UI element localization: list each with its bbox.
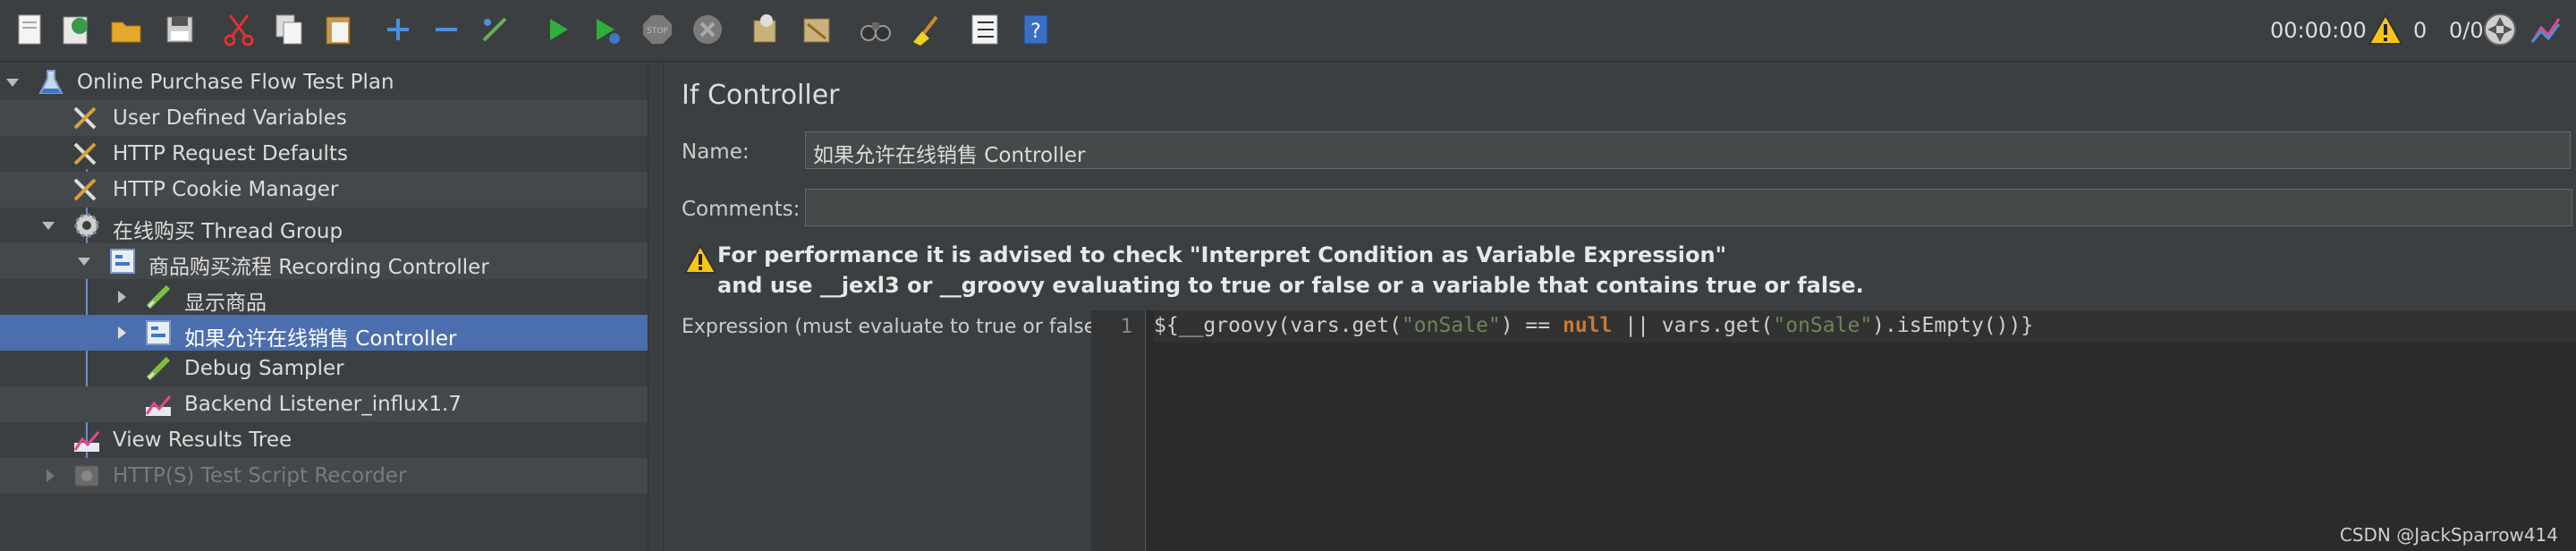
name-label: Name: — [682, 140, 750, 164]
code-keyword: null — [1562, 314, 1613, 337]
tree-node-view-results-tree[interactable]: View Results Tree — [0, 422, 648, 458]
tree-node-label: 商品购买流程 Recording Controller — [148, 256, 489, 279]
line-number: 1 — [1120, 316, 1132, 338]
tree-node-label: 在线购买 Thread Group — [113, 220, 343, 243]
flask-icon — [36, 67, 66, 97]
toggle-icon[interactable] — [476, 11, 513, 48]
toolbar: STOP ? 00:00:00 0 0/0 — [0, 0, 2576, 62]
expression-code-line[interactable]: ${__groovy(vars.get("onSale") == null ||… — [1154, 310, 2576, 343]
tree-node-label: HTTP Request Defaults — [113, 142, 348, 165]
paste-icon[interactable] — [320, 11, 358, 48]
code-text: ).isEmpty())} — [1872, 314, 2034, 337]
thread-count: 0/0 — [2449, 18, 2484, 43]
wrench-icon — [70, 103, 100, 133]
tree-node-if-controller[interactable]: 如果允许在线销售 Controller — [0, 315, 648, 351]
performance-warning-line-1: For performance it is advised to check "… — [717, 242, 1727, 267]
recorder-icon — [72, 461, 102, 491]
test-plan-tree: Online Purchase Flow Test Plan User Defi… — [0, 62, 648, 551]
tree-node-label: User Defined Variables — [113, 106, 347, 130]
chevron-down-icon[interactable] — [75, 252, 93, 270]
chevron-right-icon[interactable] — [113, 324, 131, 342]
help-icon[interactable]: ? — [1016, 11, 1054, 48]
tree-node-http-cookie-manager[interactable]: HTTP Cookie Manager — [0, 172, 648, 208]
controller-icon — [107, 246, 138, 276]
sampler-icon — [143, 353, 174, 384]
tree-node-http-request-defaults[interactable]: HTTP Request Defaults — [0, 136, 648, 172]
log-viewer-icon[interactable] — [2528, 11, 2565, 48]
templates-icon[interactable] — [57, 11, 95, 48]
controller-icon — [143, 318, 174, 348]
warning-icon — [683, 243, 717, 275]
code-string: "onSale" — [1401, 314, 1501, 337]
collapse-icon[interactable] — [428, 11, 465, 48]
tree-node-label: 如果允许在线销售 Controller — [184, 327, 457, 351]
tree-node-test-script-recorder[interactable]: HTTP(S) Test Script Recorder — [0, 458, 648, 494]
sampler-icon — [143, 282, 174, 312]
svg-text:STOP: STOP — [647, 27, 668, 36]
listener-icon — [72, 425, 102, 455]
function-helper-icon[interactable] — [966, 11, 1004, 48]
expression-editor[interactable]: 1 ${__groovy(vars.get("onSale") == null … — [1091, 310, 2576, 551]
tree-node-label: Debug Sampler — [184, 357, 344, 380]
tree-node-user-defined-variables[interactable]: User Defined Variables — [0, 100, 648, 136]
chevron-down-icon[interactable] — [4, 73, 21, 91]
search-icon[interactable] — [857, 11, 894, 48]
panel-title: If Controller — [682, 80, 840, 111]
expression-label: Expression (must evaluate to true or fal… — [682, 316, 1104, 338]
tree-node-recording-controller[interactable]: 商品购买流程 Recording Controller — [0, 243, 648, 279]
start-icon[interactable] — [538, 11, 576, 48]
copy-icon[interactable] — [270, 11, 308, 48]
wrench-icon — [70, 139, 100, 169]
tree-node-label: 显示商品 — [184, 292, 267, 315]
new-icon[interactable] — [11, 11, 48, 48]
split-pane-divider[interactable] — [648, 62, 664, 551]
stop-icon[interactable]: STOP — [639, 11, 676, 48]
clear-icon[interactable] — [746, 11, 784, 48]
open-icon[interactable] — [107, 11, 145, 48]
tree-node-thread-group[interactable]: 在线购买 Thread Group — [0, 208, 648, 243]
listener-icon — [143, 389, 174, 420]
tree-node-label: Backend Listener_influx1.7 — [184, 393, 462, 416]
watermark: CSDN @JackSparrow414 — [2339, 524, 2558, 546]
if-controller-panel: If Controller Name: 如果允许在线销售 Controller … — [664, 62, 2576, 551]
tree-node-label: View Results Tree — [113, 428, 292, 452]
remote-status-icon — [2481, 11, 2519, 48]
gear-icon — [72, 210, 102, 241]
warning-icon[interactable] — [2367, 11, 2404, 48]
reset-search-icon[interactable] — [905, 11, 943, 48]
save-icon[interactable] — [161, 11, 199, 48]
cut-icon[interactable] — [220, 11, 258, 48]
tree-node-label: HTTP Cookie Manager — [113, 178, 339, 201]
clear-all-icon[interactable] — [798, 11, 835, 48]
performance-warning-line-2: and use __jexl3 or __groovy evaluating t… — [717, 273, 1864, 298]
expand-icon[interactable] — [379, 11, 417, 48]
wrench-icon — [70, 174, 100, 205]
tree-node-label: HTTP(S) Test Script Recorder — [113, 464, 407, 487]
elapsed-timer: 00:00:00 — [2270, 18, 2367, 43]
tree-node-test-plan[interactable]: Online Purchase Flow Test Plan — [0, 64, 648, 100]
chevron-right-icon[interactable] — [113, 288, 131, 306]
start-no-pauses-icon[interactable] — [587, 11, 624, 48]
chevron-down-icon[interactable] — [39, 216, 57, 234]
svg-text:?: ? — [1030, 21, 1041, 43]
tree-node-show-products[interactable]: 显示商品 — [0, 279, 648, 315]
name-field[interactable]: 如果允许在线销售 Controller — [805, 131, 2571, 169]
code-text: ${__groovy(vars.get( — [1154, 314, 1402, 337]
tree-node-debug-sampler[interactable]: Debug Sampler — [0, 351, 648, 386]
tree-node-backend-listener[interactable]: Backend Listener_influx1.7 — [0, 386, 648, 422]
chevron-right-icon[interactable] — [41, 467, 59, 485]
warning-count: 0 — [2413, 18, 2428, 43]
code-text: ) == — [1500, 314, 1563, 337]
comments-field[interactable] — [805, 189, 2572, 226]
code-string: "onSale" — [1773, 314, 1873, 337]
tree-node-label: Online Purchase Flow Test Plan — [77, 71, 394, 94]
shutdown-icon[interactable] — [689, 11, 726, 48]
code-text: || vars.get( — [1612, 314, 1774, 337]
comments-label: Comments: — [682, 198, 801, 221]
line-number-gutter: 1 — [1091, 310, 1146, 551]
